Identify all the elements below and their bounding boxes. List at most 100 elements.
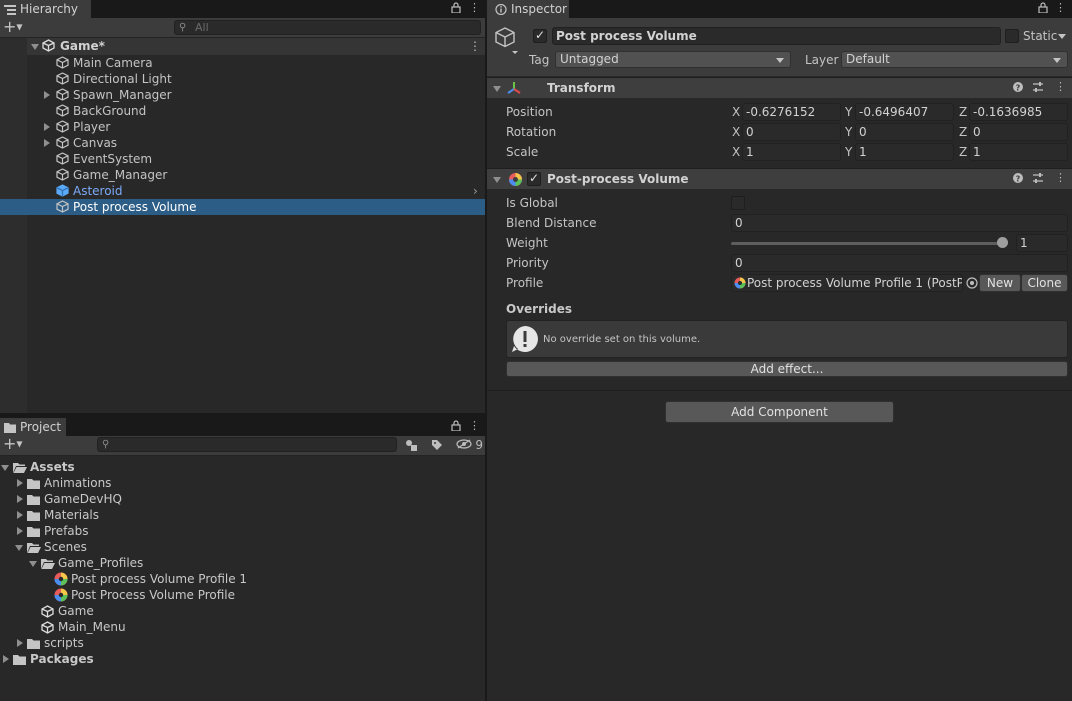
hierarchy-item[interactable]: Spawn_Manager bbox=[0, 87, 485, 103]
rotation-y-field[interactable]: 0 bbox=[855, 123, 954, 141]
project-tree-item[interactable]: Main_Menu bbox=[0, 619, 485, 635]
position-z-label[interactable]: Z bbox=[959, 105, 967, 119]
ppv-menu-icon[interactable]: ⋮ bbox=[1055, 171, 1066, 184]
is-global-checkbox[interactable] bbox=[731, 196, 745, 210]
ppv-header[interactable]: ✓ Post-process Volume ? ⋮ bbox=[487, 168, 1072, 189]
kebab-menu-icon[interactable]: ⋮ bbox=[469, 1, 480, 14]
project-tree-item[interactable]: Prefabs bbox=[0, 523, 485, 539]
gameobject-icon[interactable] bbox=[494, 26, 520, 59]
ppv-enabled-checkbox[interactable]: ✓ bbox=[527, 171, 541, 186]
hierarchy-item[interactable]: Asteroid › bbox=[0, 183, 485, 199]
tree-expand-arrow-icon[interactable] bbox=[1, 465, 9, 471]
scene-menu-icon[interactable]: ⋮ bbox=[469, 39, 481, 53]
scale-y-label[interactable]: Y bbox=[845, 145, 852, 159]
project-tree-item[interactable]: Post Process Volume Profile bbox=[0, 587, 485, 603]
position-x-field[interactable]: -0.6276152 bbox=[742, 103, 841, 121]
hierarchy-item[interactable]: Directional Light bbox=[0, 71, 485, 87]
project-search-input[interactable]: ⚲ bbox=[97, 437, 397, 452]
rotation-x-label[interactable]: X bbox=[732, 125, 740, 139]
hierarchy-search-input[interactable]: ⚲ All bbox=[174, 20, 481, 35]
project-tree-item[interactable]: Animations bbox=[0, 475, 485, 491]
rotation-z-label[interactable]: Z bbox=[959, 125, 967, 139]
tree-expand-arrow-icon[interactable] bbox=[3, 655, 9, 663]
scale-z-field[interactable]: 1 bbox=[969, 143, 1068, 161]
project-tree-item[interactable]: Assets bbox=[0, 459, 485, 475]
rotation-label[interactable]: Rotation bbox=[506, 125, 556, 139]
expand-arrow-icon[interactable] bbox=[44, 139, 50, 147]
tab-inspector[interactable]: Inspector bbox=[487, 0, 569, 18]
prefab-open-chevron-icon[interactable]: › bbox=[473, 183, 478, 199]
scale-label[interactable]: Scale bbox=[506, 145, 538, 159]
blend-distance-field[interactable]: 0 bbox=[731, 214, 1068, 232]
ppv-presets-icon[interactable] bbox=[1032, 172, 1044, 187]
project-kebab-menu-icon[interactable]: ⋮ bbox=[469, 419, 480, 432]
static-checkbox[interactable] bbox=[1005, 29, 1019, 43]
expand-arrow-icon[interactable] bbox=[44, 123, 50, 131]
ppv-foldout-arrow[interactable] bbox=[493, 177, 501, 183]
priority-label[interactable]: Priority bbox=[506, 256, 549, 270]
weight-slider-track[interactable] bbox=[731, 242, 1008, 245]
project-tree-item[interactable]: Packages bbox=[0, 651, 485, 667]
clone-profile-button[interactable]: Clone bbox=[1021, 274, 1068, 292]
tree-expand-arrow-icon[interactable] bbox=[17, 639, 23, 647]
scale-y-field[interactable]: 1 bbox=[855, 143, 954, 161]
hierarchy-item[interactable]: Game_Manager bbox=[0, 167, 485, 183]
active-checkbox[interactable]: ✓ bbox=[533, 28, 547, 43]
hidden-packages-toggle[interactable]: 9 bbox=[451, 436, 483, 454]
position-x-label[interactable]: X bbox=[732, 105, 740, 119]
rotation-y-label[interactable]: Y bbox=[845, 125, 852, 139]
profile-object-field[interactable]: Post process Volume Profile 1 (PostPro bbox=[731, 274, 963, 292]
help-icon[interactable]: ? bbox=[1013, 82, 1023, 95]
transform-foldout-arrow[interactable] bbox=[493, 86, 501, 92]
project-tree-item[interactable]: scripts bbox=[0, 635, 485, 651]
search-by-type-button[interactable] bbox=[401, 436, 423, 454]
add-component-button[interactable]: Add Component bbox=[665, 401, 894, 423]
tag-dropdown[interactable]: Untagged bbox=[555, 51, 791, 68]
tree-expand-arrow-icon[interactable] bbox=[17, 527, 23, 535]
transform-menu-icon[interactable]: ⋮ bbox=[1055, 80, 1066, 93]
project-lock-icon[interactable] bbox=[451, 420, 461, 434]
tree-expand-arrow-icon[interactable] bbox=[17, 511, 23, 519]
scale-z-label[interactable]: Z bbox=[959, 145, 967, 159]
weight-label[interactable]: Weight bbox=[506, 236, 548, 250]
rotation-z-field[interactable]: 0 bbox=[969, 123, 1068, 141]
static-label[interactable]: Static bbox=[1023, 29, 1057, 43]
position-z-field[interactable]: -0.1636985 bbox=[969, 103, 1068, 121]
static-dropdown-arrow-icon[interactable] bbox=[1058, 34, 1066, 39]
add-effect-button[interactable]: Add effect... bbox=[506, 361, 1068, 377]
project-tree-item[interactable]: Game_Profiles bbox=[0, 555, 485, 571]
search-by-label-button[interactable] bbox=[426, 436, 448, 454]
scale-x-field[interactable]: 1 bbox=[742, 143, 841, 161]
position-y-field[interactable]: -0.6496407 bbox=[855, 103, 954, 121]
tree-expand-arrow-icon[interactable] bbox=[17, 495, 23, 503]
project-tree-item[interactable]: GameDevHQ bbox=[0, 491, 485, 507]
presets-icon[interactable] bbox=[1032, 81, 1044, 96]
inspector-lock-icon[interactable] bbox=[1038, 2, 1048, 16]
expand-arrow-icon[interactable] bbox=[44, 91, 50, 99]
weight-field[interactable]: 1 bbox=[1016, 234, 1068, 252]
hierarchy-item[interactable]: Player bbox=[0, 119, 485, 135]
tab-hierarchy[interactable]: Hierarchy bbox=[0, 0, 91, 18]
project-tree-item[interactable]: Game bbox=[0, 603, 485, 619]
hierarchy-item[interactable]: BackGround bbox=[0, 103, 485, 119]
project-tree-item[interactable]: Materials bbox=[0, 507, 485, 523]
tree-expand-arrow-icon[interactable] bbox=[29, 561, 37, 567]
priority-field[interactable]: 0 bbox=[731, 254, 1068, 272]
new-profile-button[interactable]: New bbox=[979, 274, 1021, 292]
scene-expand-arrow[interactable] bbox=[31, 44, 39, 50]
position-label[interactable]: Position bbox=[506, 105, 553, 119]
object-picker-icon[interactable] bbox=[966, 277, 978, 292]
hierarchy-item[interactable]: Main Camera bbox=[0, 55, 485, 71]
position-y-label[interactable]: Y bbox=[845, 105, 852, 119]
lock-icon[interactable] bbox=[451, 2, 461, 16]
scene-header[interactable]: Game* ⋮ bbox=[27, 38, 485, 55]
project-tree-item[interactable]: Scenes bbox=[0, 539, 485, 555]
hierarchy-item[interactable]: EventSystem bbox=[0, 151, 485, 167]
scale-x-label[interactable]: X bbox=[732, 145, 740, 159]
hierarchy-item[interactable]: Canvas bbox=[0, 135, 485, 151]
transform-header[interactable]: Transform ? ⋮ bbox=[487, 77, 1072, 98]
project-create-button[interactable]: +▼ bbox=[3, 436, 27, 453]
hierarchy-item[interactable]: Post process Volume bbox=[0, 199, 485, 215]
layer-dropdown[interactable]: Default bbox=[841, 51, 1068, 68]
blend-distance-label[interactable]: Blend Distance bbox=[506, 216, 596, 230]
